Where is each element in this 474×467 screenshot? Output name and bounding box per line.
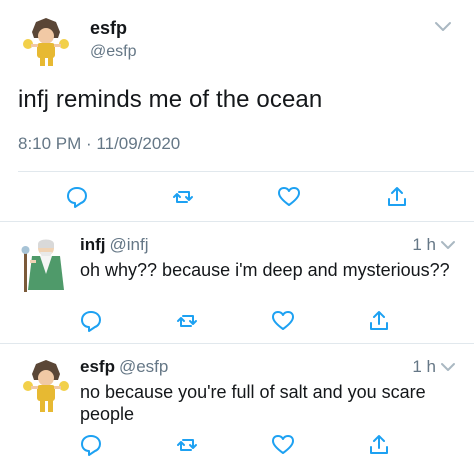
share-icon[interactable] — [366, 308, 392, 334]
action-bar — [0, 184, 474, 214]
chevron-down-icon[interactable] — [440, 238, 456, 250]
tweet-text: no because you're full of salt and you s… — [80, 382, 426, 424]
timestamp[interactable]: 1 h — [412, 235, 436, 255]
retweet-icon[interactable] — [174, 432, 200, 458]
reply-icon[interactable] — [78, 432, 104, 458]
reply-header: esfp @esfp — [80, 357, 168, 377]
retweet-icon[interactable] — [174, 308, 200, 334]
chevron-down-icon[interactable] — [434, 20, 452, 34]
handle[interactable]: @esfp — [119, 357, 168, 376]
display-name[interactable]: infj — [80, 235, 106, 254]
handle[interactable]: @esfp — [90, 43, 136, 61]
share-icon[interactable] — [384, 184, 410, 210]
divider — [18, 171, 474, 172]
display-name[interactable]: esfp — [80, 357, 115, 376]
timestamp[interactable]: 1 h — [412, 357, 436, 377]
avatar[interactable] — [18, 14, 72, 68]
reply-tweet[interactable]: infj @infj 1 h oh why?? because i'm deep … — [0, 222, 474, 344]
display-name[interactable]: esfp — [90, 18, 127, 39]
tweet-text: infj reminds me of the ocean — [18, 86, 323, 113]
avatar[interactable] — [20, 356, 72, 416]
reply-icon[interactable] — [78, 308, 104, 334]
chevron-down-icon[interactable] — [440, 360, 456, 372]
tweet-text: oh why?? because i'm deep and mysterious… — [80, 260, 450, 280]
like-icon[interactable] — [270, 432, 296, 458]
reply-icon[interactable] — [64, 184, 90, 210]
action-bar — [0, 308, 474, 338]
reply-header: infj @infj — [80, 235, 149, 255]
reply-tweet[interactable]: esfp @esfp 1 h no because you're full of … — [0, 344, 474, 467]
timestamp[interactable]: 8:10 PM · 11/09/2020 — [18, 134, 180, 154]
main-tweet: esfp @esfp infj reminds me of the ocean … — [0, 0, 474, 222]
action-bar — [0, 432, 474, 462]
like-icon[interactable] — [270, 308, 296, 334]
handle[interactable]: @infj — [110, 235, 149, 254]
share-icon[interactable] — [366, 432, 392, 458]
retweet-icon[interactable] — [170, 184, 196, 210]
avatar[interactable] — [20, 234, 72, 294]
like-icon[interactable] — [276, 184, 302, 210]
